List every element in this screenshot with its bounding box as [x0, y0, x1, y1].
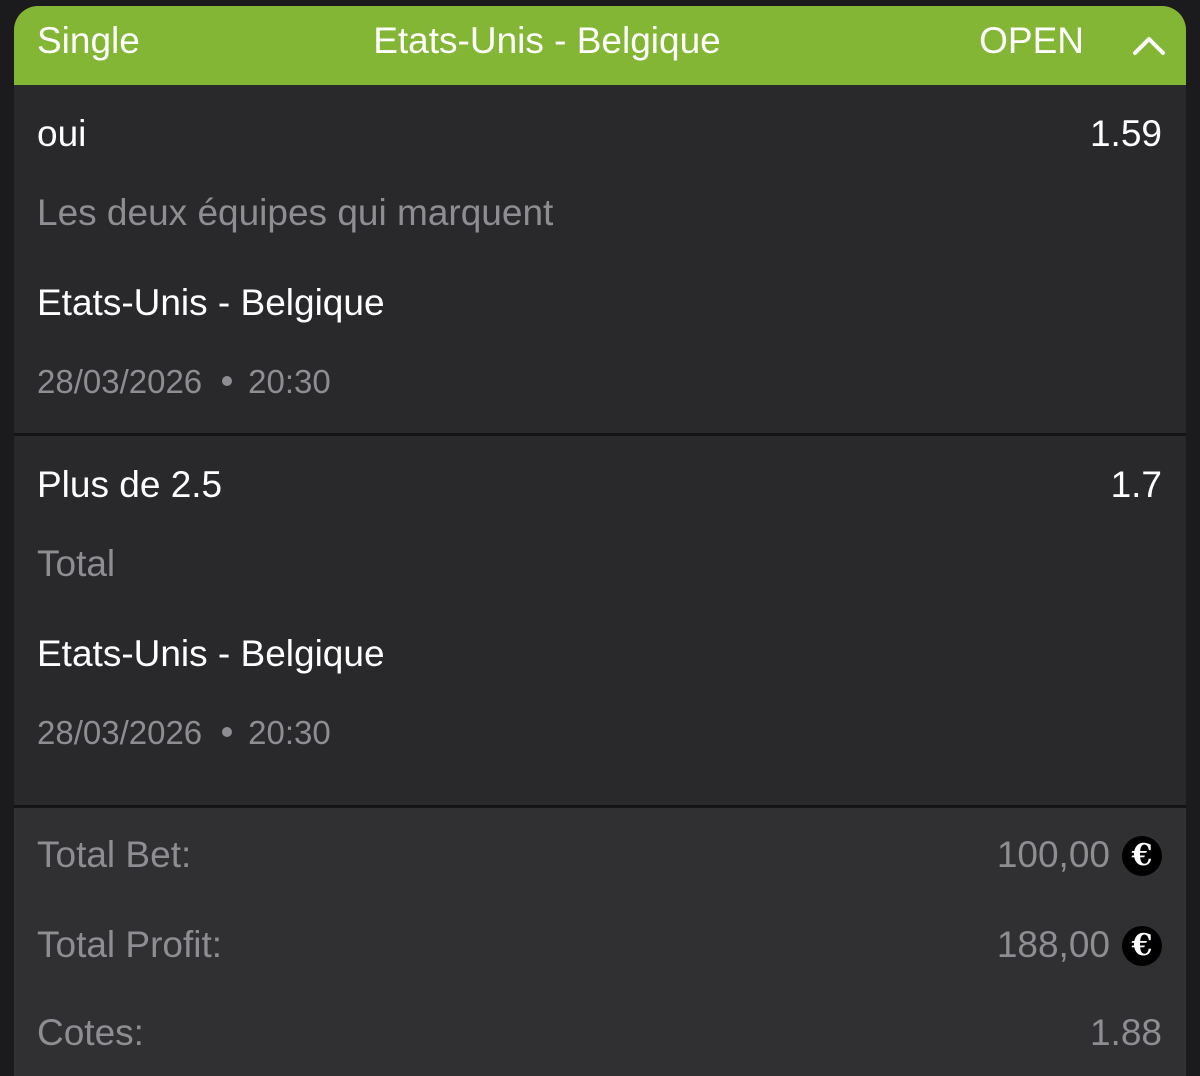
total-bet-label: Total Bet: [37, 834, 192, 875]
odds-label: Cotes: [37, 1012, 144, 1053]
euro-icon: € [1122, 926, 1162, 966]
selection-date: 28/03/2026 [37, 714, 203, 751]
total-bet-value: 100,00 [996, 834, 1110, 875]
odds-value: 1.88 [1089, 1012, 1162, 1053]
separator-dot-icon [222, 727, 233, 738]
selection-item: Plus de 2.5 1.7 Total Etats-Unis - Belgi… [14, 436, 1186, 785]
euro-icon: € [1122, 836, 1162, 876]
selection-datetime: 28/03/2026 20:30 [37, 714, 331, 752]
total-profit-label: Total Profit: [37, 924, 223, 965]
bet-slip-header[interactable]: Single Etats-Unis - Belgique OPEN [14, 6, 1186, 85]
selection-pick: oui [37, 113, 87, 154]
selection-event: Etats-Unis - Belgique [37, 282, 385, 323]
selection-market: Total [37, 543, 116, 584]
total-bet-row: Total Bet: 100,00 € [14, 808, 1186, 876]
bet-status-badge: OPEN [979, 20, 1084, 61]
selection-odds: 1.59 [1089, 113, 1162, 154]
bet-slip-card: Single Etats-Unis - Belgique OPEN oui 1.… [14, 6, 1186, 1076]
selection-market: Les deux équipes qui marquent [37, 192, 554, 233]
selection-pick: Plus de 2.5 [37, 464, 223, 505]
odds-row: Cotes: 1.88 [14, 986, 1186, 1053]
selection-odds: 1.7 [1110, 464, 1162, 505]
selection-event: Etats-Unis - Belgique [37, 633, 385, 674]
selection-time: 20:30 [248, 714, 331, 751]
selection-date: 28/03/2026 [37, 363, 203, 400]
bet-summary: Total Bet: 100,00 € Total Profit: 188,00… [14, 808, 1186, 1076]
header-match-title: Etats-Unis - Belgique [373, 20, 721, 61]
selection-item: oui 1.59 Les deux équipes qui marquent E… [14, 85, 1186, 434]
selection-time: 20:30 [248, 363, 331, 400]
separator-dot-icon [222, 376, 233, 387]
selection-datetime: 28/03/2026 20:30 [37, 363, 331, 401]
total-profit-value: 188,00 [996, 924, 1110, 965]
total-profit-row: Total Profit: 188,00 € [14, 898, 1186, 966]
chevron-up-icon[interactable] [1132, 28, 1166, 62]
